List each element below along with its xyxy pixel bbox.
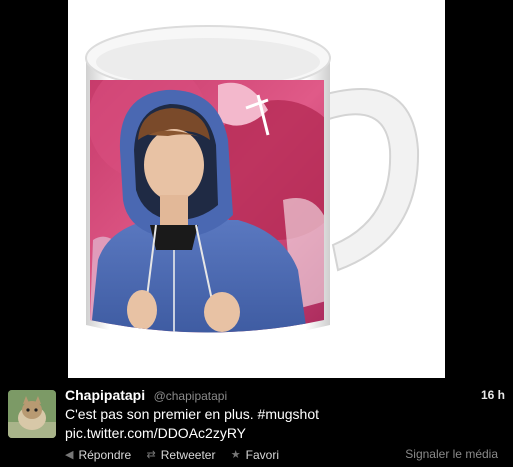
tweet-header: Chapipatapi @chapipatapi 16 h bbox=[65, 387, 505, 405]
reply-label: Répondre bbox=[78, 447, 132, 462]
report-media-link[interactable]: Signaler le média bbox=[405, 447, 498, 461]
avatar[interactable] bbox=[8, 390, 56, 438]
media-viewer bbox=[0, 0, 513, 378]
tweet-actions: ◀ Répondre ⇄ Retweeter ★ Favori Signaler… bbox=[65, 447, 505, 463]
tweet-text: C'est pas son premier en plus. #mugshot … bbox=[65, 405, 493, 443]
favorite-label: Favori bbox=[245, 447, 280, 462]
timestamp[interactable]: 16 h bbox=[481, 388, 505, 402]
reply-arrow-icon: ◀ bbox=[65, 449, 74, 461]
media-image[interactable] bbox=[68, 0, 445, 378]
pic-link[interactable]: pic.twitter.com/DDOAc2zyRY bbox=[65, 425, 246, 441]
retweet-button[interactable]: ⇄ Retweeter bbox=[147, 448, 216, 462]
star-icon: ★ bbox=[230, 449, 241, 461]
cat-avatar-image bbox=[8, 390, 56, 438]
display-name[interactable]: Chapipatapi bbox=[65, 387, 145, 403]
reply-button[interactable]: ◀ Répondre bbox=[65, 448, 131, 462]
tweet-text-line: C'est pas son premier en plus. #mugshot bbox=[65, 406, 320, 422]
screen-name[interactable]: @chapipatapi bbox=[154, 389, 228, 403]
favorite-button[interactable]: ★ Favori bbox=[231, 448, 279, 462]
tweet-details: Chapipatapi @chapipatapi 16 h C'est pas … bbox=[0, 378, 513, 467]
retweet-label: Retweeter bbox=[160, 447, 216, 462]
retweet-icon: ⇄ bbox=[146, 449, 156, 461]
mug-photo bbox=[85, 25, 420, 340]
